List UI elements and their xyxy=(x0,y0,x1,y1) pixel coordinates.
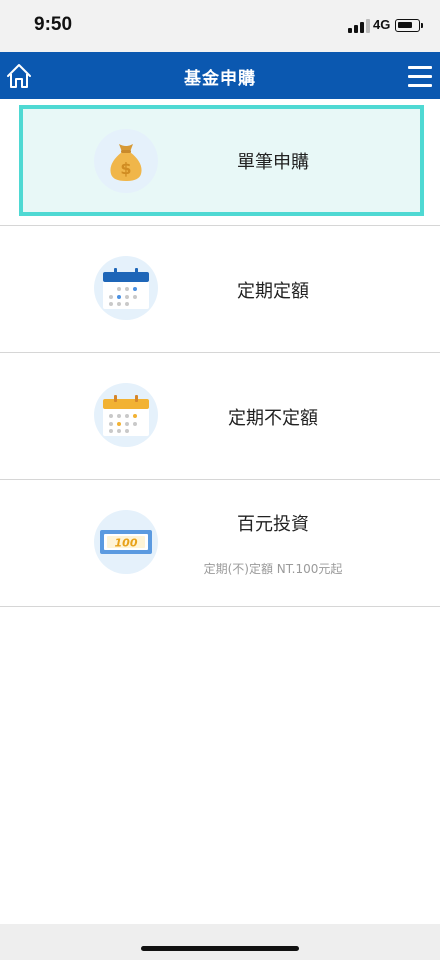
nav-bar: 基金申購 xyxy=(0,52,440,99)
battery-icon xyxy=(395,19,423,32)
option-label: 定期不定額 xyxy=(228,408,318,429)
home-indicator[interactable] xyxy=(141,946,299,951)
calendar-blue-icon xyxy=(94,256,158,320)
svg-text:$: $ xyxy=(120,159,131,178)
money-bag-icon: $ xyxy=(94,129,158,193)
option-regular-fixed[interactable]: 定期定額 xyxy=(0,226,440,353)
option-label: 單筆申購 xyxy=(237,152,309,173)
option-label: 百元投資 xyxy=(237,514,309,535)
option-single-purchase[interactable]: $ 單筆申購 xyxy=(0,99,440,226)
option-hundred-dollar-investment[interactable]: 100 百元投資 定期(不)定額 NT.100元起 xyxy=(0,480,440,607)
banknote-value: 100 xyxy=(115,537,138,550)
fund-option-list: $ 單筆申購 定期定額 定期不定額 100 百元投資 定期(不)定額 NT.10… xyxy=(0,99,440,607)
network-type: 4G xyxy=(373,17,391,32)
calendar-yellow-icon xyxy=(94,383,158,447)
page-title: 基金申購 xyxy=(184,69,256,89)
option-regular-variable[interactable]: 定期不定額 xyxy=(0,353,440,480)
option-label: 定期定額 xyxy=(237,281,309,302)
hamburger-menu-icon[interactable] xyxy=(406,63,434,89)
banknote-100-icon: 100 xyxy=(94,510,158,574)
signal-icon xyxy=(348,19,370,33)
status-bar: 9:50 4G xyxy=(0,0,440,52)
status-time: 9:50 xyxy=(34,14,73,35)
bottom-bar xyxy=(0,924,440,960)
option-sublabel: 定期(不)定額 NT.100元起 xyxy=(203,562,343,576)
